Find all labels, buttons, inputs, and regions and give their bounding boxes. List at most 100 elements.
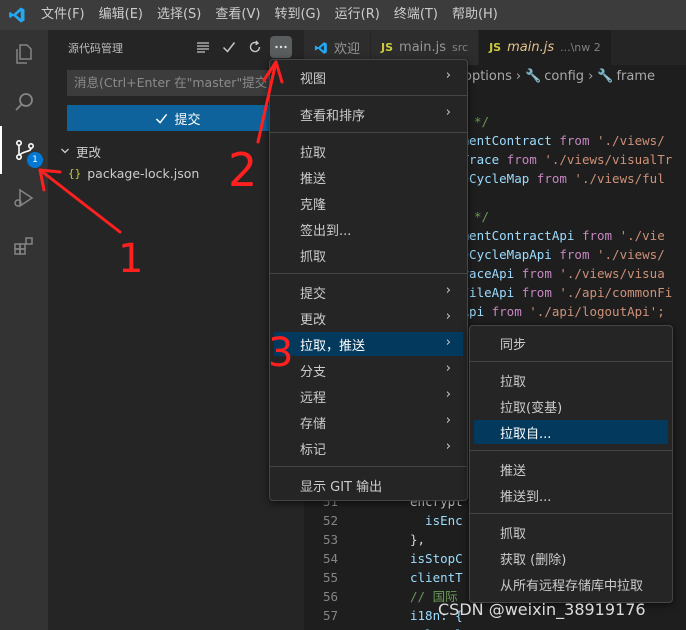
commit-button-label: 提交: [174, 112, 201, 128]
pull-push-submenu: 同步 拉取 拉取(变基) 拉取自... 推送 推送到... 抓取 获取 (删除)…: [469, 325, 673, 603]
submenu-item-push-to[interactable]: 推送到...: [474, 483, 668, 507]
changed-file-item[interactable]: {} package-lock.json: [68, 162, 199, 184]
code-line: 54 isStopC: [322, 551, 463, 566]
submenu-item-fetch-prune[interactable]: 获取 (删除): [474, 546, 668, 570]
breadcrumb-item[interactable]: options: [464, 69, 512, 84]
chevron-right-icon: ›: [445, 283, 451, 298]
commit-check-icon[interactable]: [218, 36, 240, 58]
chevron-right-icon: ›: [445, 335, 451, 350]
code-line: ementContractApi from './vie: [454, 228, 665, 243]
js-file-icon: JS: [381, 41, 394, 54]
code-line: feCycleMapApi from './views/: [454, 247, 665, 262]
tab-welcome-label: 欢迎: [334, 42, 361, 57]
submenu-item-pull-all-remotes[interactable]: 从所有远程存储库中拉取: [474, 572, 668, 596]
tab-label: main.js: [399, 40, 447, 55]
code-line: ementContract from './views/: [454, 133, 665, 148]
code-line: .Trace from './views/visualTr: [454, 152, 673, 167]
chevron-right-icon: ›: [445, 439, 451, 454]
refresh-icon[interactable]: [244, 36, 266, 58]
chevron-right-icon: ›: [445, 361, 451, 376]
tab-detail: ...\nw 2: [560, 41, 601, 54]
commit-button[interactable]: 提交: [67, 105, 289, 131]
code-line: TraceApi from './views/visua: [454, 266, 665, 281]
menu-item-tags[interactable]: 标记 ›: [274, 436, 463, 460]
chevron-right-icon: ›: [515, 68, 522, 84]
submenu-item-sync[interactable]: 同步: [474, 331, 668, 355]
menu-item-branch[interactable]: 分支 ›: [274, 358, 463, 382]
explorer-icon[interactable]: [0, 30, 48, 78]
menu-separator: [470, 450, 672, 451]
menu-separator: [270, 132, 467, 133]
menu-item-pull[interactable]: 拉取: [274, 139, 463, 163]
code-line: feCycleMap from './views/ful: [454, 171, 665, 186]
menu-item-push[interactable]: 推送: [274, 165, 463, 189]
menu-separator: [270, 273, 467, 274]
menu-item-view[interactable]: 视图 ›: [274, 65, 463, 89]
tab-label: main.js: [507, 40, 555, 55]
menu-selection[interactable]: 选择(S): [150, 0, 208, 30]
vscode-tab-icon: [314, 41, 327, 54]
panel-actions: [192, 36, 292, 58]
menu-view[interactable]: 查看(V): [208, 0, 267, 30]
menu-separator: [470, 513, 672, 514]
menu-separator: [270, 95, 467, 96]
chevron-right-icon: ›: [445, 387, 451, 402]
breadcrumb-item[interactable]: config: [544, 69, 584, 84]
breadcrumb-item[interactable]: frame: [616, 69, 655, 84]
submenu-item-pull-from[interactable]: 拉取自...: [474, 420, 668, 444]
menu-separator: [470, 361, 672, 362]
source-control-panel: 源代码管理 消息(Ctrl+Enter 在"master"提交) 提交 更改 {…: [48, 30, 304, 630]
source-control-badge: 1: [27, 152, 43, 168]
tab-main-js-active[interactable]: JS main.js ...\nw 2: [479, 30, 612, 65]
menu-item-remote[interactable]: 远程 ›: [274, 384, 463, 408]
code-line: 55 clientT: [322, 570, 463, 585]
wrench-icon: 🔧: [597, 68, 614, 84]
run-debug-icon[interactable]: [0, 174, 48, 222]
more-actions-menu: 视图 › 查看和排序 › 拉取 推送 克隆 签出到... 抓取 提交 › 更改 › 拉取…: [269, 59, 468, 501]
menu-run[interactable]: 运行(R): [328, 0, 387, 30]
code-line: 56// 国际: [322, 589, 458, 604]
extensions-icon[interactable]: [0, 222, 48, 270]
code-line: 52 isEnc: [322, 513, 463, 528]
js-file-icon: JS: [489, 41, 502, 54]
code-line: tApi from './api/logoutApi';: [454, 304, 665, 319]
vscode-logo-icon: [0, 0, 34, 30]
more-actions-icon[interactable]: [270, 36, 292, 58]
chevron-right-icon: ›: [445, 413, 451, 428]
menu-edit[interactable]: 编辑(E): [92, 0, 150, 30]
menu-item-fetch[interactable]: 抓取: [274, 243, 463, 267]
check-icon: [156, 113, 168, 124]
code-line: nFileApi from './api/commonFi: [454, 285, 673, 300]
submenu-item-push[interactable]: 推送: [474, 457, 668, 481]
menu-item-pull-push[interactable]: 拉取，推送 ›: [274, 332, 463, 356]
changes-group-header[interactable]: 更改: [60, 140, 101, 162]
menu-separator: [270, 466, 467, 467]
submenu-item-fetch[interactable]: 抓取: [474, 520, 668, 544]
search-icon[interactable]: [0, 78, 48, 126]
source-control-icon[interactable]: 1: [0, 126, 48, 174]
menu-help[interactable]: 帮助(H): [445, 0, 505, 30]
json-file-icon: {}: [68, 166, 82, 180]
view-as-list-icon[interactable]: [192, 36, 214, 58]
title-bar: 文件(F) 编辑(E) 选择(S) 查看(V) 转到(G) 运行(R) 终端(T…: [0, 0, 686, 30]
menu-item-changes[interactable]: 更改 ›: [274, 306, 463, 330]
menu-item-stash[interactable]: 存储 ›: [274, 410, 463, 434]
menu-item-show-git-output[interactable]: 显示 GIT 输出: [274, 473, 463, 497]
menu-go[interactable]: 转到(G): [267, 0, 327, 30]
submenu-item-pull-rebase[interactable]: 拉取(变基): [474, 394, 668, 418]
commit-message-input[interactable]: 消息(Ctrl+Enter 在"master"提交): [67, 70, 289, 96]
activity-bar: 1: [0, 30, 48, 630]
menu-item-view-sort[interactable]: 查看和排序 ›: [274, 102, 463, 126]
chevron-down-icon: [61, 148, 69, 154]
menu-file[interactable]: 文件(F): [34, 0, 92, 30]
changed-file-name: package-lock.json: [87, 165, 200, 181]
chevron-right-icon: ›: [445, 68, 451, 83]
wrench-icon: 🔧: [525, 68, 542, 84]
menu-item-commit[interactable]: 提交 ›: [274, 280, 463, 304]
watermark: CSDN @weixin_38919176: [438, 600, 646, 619]
menu-item-checkout[interactable]: 签出到...: [274, 217, 463, 241]
menu-item-clone[interactable]: 克隆: [274, 191, 463, 215]
menu-terminal[interactable]: 终端(T): [387, 0, 445, 30]
chevron-right-icon: ›: [445, 309, 451, 324]
submenu-item-pull[interactable]: 拉取: [474, 368, 668, 392]
